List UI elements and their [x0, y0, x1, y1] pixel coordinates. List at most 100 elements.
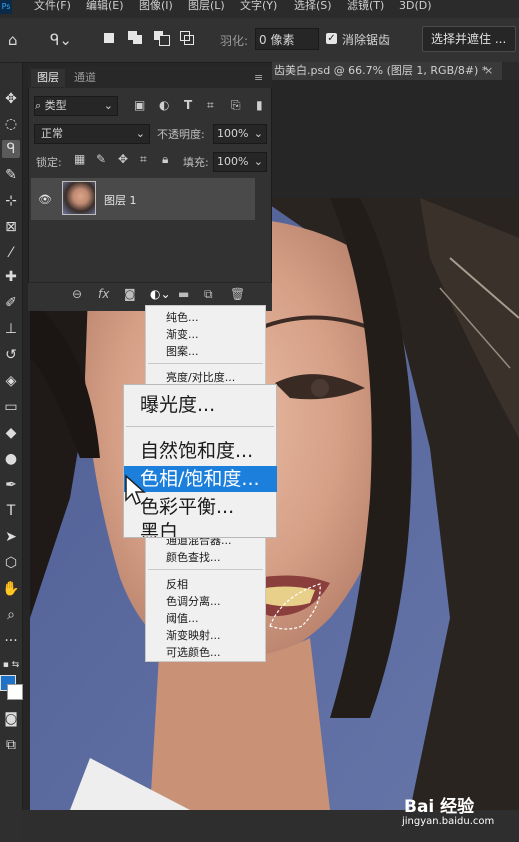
- menu-item-brightness-contrast[interactable]: 亮度/对比度...: [166, 371, 235, 384]
- background-color-swatch[interactable]: [7, 684, 23, 700]
- menu-item-color-lookup[interactable]: 颜色查找...: [166, 551, 221, 564]
- menu-item-selective-color[interactable]: 可选颜色...: [166, 646, 221, 659]
- menu-edit[interactable]: 编辑(E): [86, 0, 124, 14]
- intersect-selection-icon[interactable]: [180, 31, 194, 45]
- photoshop-logo: Ps: [0, 0, 12, 14]
- clone-stamp-tool-icon[interactable]: ⊥: [2, 320, 20, 338]
- menu-item-gradient-map[interactable]: 渐变映射...: [166, 629, 221, 642]
- eraser-tool-icon[interactable]: ◈: [2, 372, 20, 390]
- shape-tool-icon[interactable]: ⬡: [2, 554, 20, 572]
- zoom-item-hue-saturation[interactable]: 色相/饱和度...: [140, 468, 260, 490]
- adjustment-layer-icon[interactable]: ◐⌄: [150, 287, 171, 301]
- filter-kind-label: 类型: [44, 99, 67, 112]
- type-tool-icon[interactable]: T: [2, 502, 20, 520]
- pen-tool-icon[interactable]: ✒: [2, 476, 20, 494]
- zoom-tool-icon[interactable]: ⌕: [2, 606, 20, 624]
- antialias-label: 消除锯齿: [342, 33, 391, 47]
- link-layers-icon[interactable]: ⊖: [72, 287, 82, 301]
- layer-name[interactable]: 图层 1: [104, 192, 137, 208]
- new-selection-icon[interactable]: [104, 33, 114, 43]
- tab-layers[interactable]: 图层: [31, 69, 65, 87]
- lasso-preset-icon[interactable]: ᑫ⌄: [50, 32, 72, 48]
- opacity-label: 不透明度:: [157, 128, 205, 141]
- subtract-selection-icon[interactable]: [154, 31, 170, 46]
- lock-artboard-icon[interactable]: ⌗: [140, 152, 147, 167]
- feather-input[interactable]: 0 像素: [255, 28, 319, 50]
- dodge-tool-icon[interactable]: ●: [2, 450, 20, 468]
- healing-brush-tool-icon[interactable]: ✚: [2, 268, 20, 286]
- menu-layer[interactable]: 图层(L): [188, 0, 225, 14]
- hand-tool-icon[interactable]: ✋: [2, 580, 20, 598]
- lasso-tool-icon[interactable]: ᑫ: [2, 140, 20, 158]
- lock-position-icon[interactable]: ✥: [118, 152, 128, 166]
- tab-channels[interactable]: 通道: [74, 69, 96, 87]
- lock-label: 锁定:: [36, 156, 62, 169]
- menu-item-invert[interactable]: 反相: [166, 578, 188, 591]
- menu-separator: [148, 569, 263, 570]
- menu-3d[interactable]: 3D(D): [399, 0, 432, 14]
- menu-item-threshold[interactable]: 阈值...: [166, 612, 199, 625]
- filter-shape-icon[interactable]: ⌗: [207, 98, 214, 112]
- add-selection-icon[interactable]: [128, 31, 142, 44]
- new-group-icon[interactable]: ▬: [178, 287, 189, 301]
- quick-select-tool-icon[interactable]: ✎: [2, 166, 20, 184]
- baidu-jingyan-logo: Bai 经验: [404, 797, 475, 817]
- feather-label: 羽化:: [220, 34, 249, 48]
- menu-image[interactable]: 图像(I): [139, 0, 173, 14]
- brush-tool-icon[interactable]: ✐: [2, 294, 20, 312]
- quick-mask-icon[interactable]: ◙: [2, 710, 20, 728]
- menu-select[interactable]: 选择(S): [294, 0, 332, 14]
- search-icon: ⌕: [35, 99, 45, 112]
- zoom-item-black-white[interactable]: 黑白: [140, 521, 178, 537]
- crop-tool-icon[interactable]: ⊹: [2, 192, 20, 210]
- more-tools-icon[interactable]: ···: [2, 632, 20, 650]
- menu-type[interactable]: 文字(Y): [240, 0, 277, 14]
- menu-item-pattern[interactable]: 图案...: [166, 345, 199, 358]
- move-tool-icon[interactable]: ✥: [2, 90, 20, 108]
- lock-image-icon[interactable]: ✎: [96, 152, 106, 166]
- menu-file[interactable]: 文件(F): [34, 0, 71, 14]
- history-brush-tool-icon[interactable]: ↺: [2, 346, 20, 364]
- filter-toggle-icon[interactable]: ▮: [256, 98, 263, 112]
- frame-tool-icon[interactable]: ⊠: [2, 218, 20, 236]
- layer-filter-select[interactable]: ⌕ 类型 ⌄: [34, 96, 118, 116]
- lock-transparent-icon[interactable]: ▦: [74, 152, 85, 166]
- new-layer-icon[interactable]: ⧉: [204, 287, 213, 302]
- document-tab[interactable]: 齿美白.psd @ 66.7% (图层 1, RGB/8#) *: [272, 62, 502, 80]
- lock-all-icon[interactable]: 🔒︎: [162, 152, 168, 167]
- zoom-item-exposure[interactable]: 曝光度...: [140, 394, 215, 416]
- blur-tool-icon[interactable]: ◆: [2, 424, 20, 442]
- marquee-tool-icon[interactable]: ◌: [2, 115, 20, 133]
- screen-mode-icon[interactable]: ⧉: [2, 736, 20, 754]
- gradient-tool-icon[interactable]: ▭: [2, 398, 20, 416]
- zoom-separator: [126, 426, 274, 427]
- path-select-tool-icon[interactable]: ➤: [2, 528, 20, 546]
- swap-colors-icon[interactable]: ▪ ⇆: [2, 656, 20, 674]
- panel-menu-icon[interactable]: ≡: [254, 71, 263, 84]
- visibility-eye-icon[interactable]: 👁︎: [38, 193, 52, 206]
- zoom-item-vibrance[interactable]: 自然饱和度...: [140, 440, 253, 462]
- mouse-cursor-icon: [125, 474, 146, 506]
- home-icon[interactable]: ⌂: [8, 32, 18, 48]
- filter-smart-object-icon[interactable]: ⎘: [231, 98, 241, 112]
- delete-layer-icon[interactable]: 🗑︎: [230, 287, 245, 301]
- select-and-mask-button[interactable]: 选择并遮住 ...: [422, 26, 516, 52]
- menu-item-posterize[interactable]: 色调分离...: [166, 595, 221, 608]
- document-close-icon[interactable]: ×: [484, 62, 493, 80]
- filter-pixel-icon[interactable]: ▣: [134, 98, 145, 112]
- filter-adjustment-icon[interactable]: ◐: [159, 98, 169, 112]
- menu-item-solid-color[interactable]: 纯色...: [166, 311, 199, 324]
- menu-filter[interactable]: 滤镜(T): [347, 0, 384, 14]
- add-mask-icon[interactable]: ◙: [124, 287, 136, 301]
- zoom-item-color-balance[interactable]: 色彩平衡...: [140, 496, 234, 518]
- fill-input[interactable]: 100% ⌄: [213, 152, 267, 172]
- fx-icon[interactable]: fx: [98, 287, 109, 301]
- opacity-input[interactable]: 100% ⌄: [213, 124, 267, 144]
- opacity-value: 100%: [217, 127, 249, 140]
- blend-mode-select[interactable]: 正常 ⌄: [34, 124, 150, 144]
- antialias-checkbox[interactable]: ✓: [326, 33, 337, 44]
- menu-item-gradient[interactable]: 渐变...: [166, 328, 199, 341]
- eyedropper-tool-icon[interactable]: ⁄: [2, 244, 20, 262]
- filter-type-icon[interactable]: T: [184, 98, 192, 112]
- selection-marquee: [269, 583, 321, 630]
